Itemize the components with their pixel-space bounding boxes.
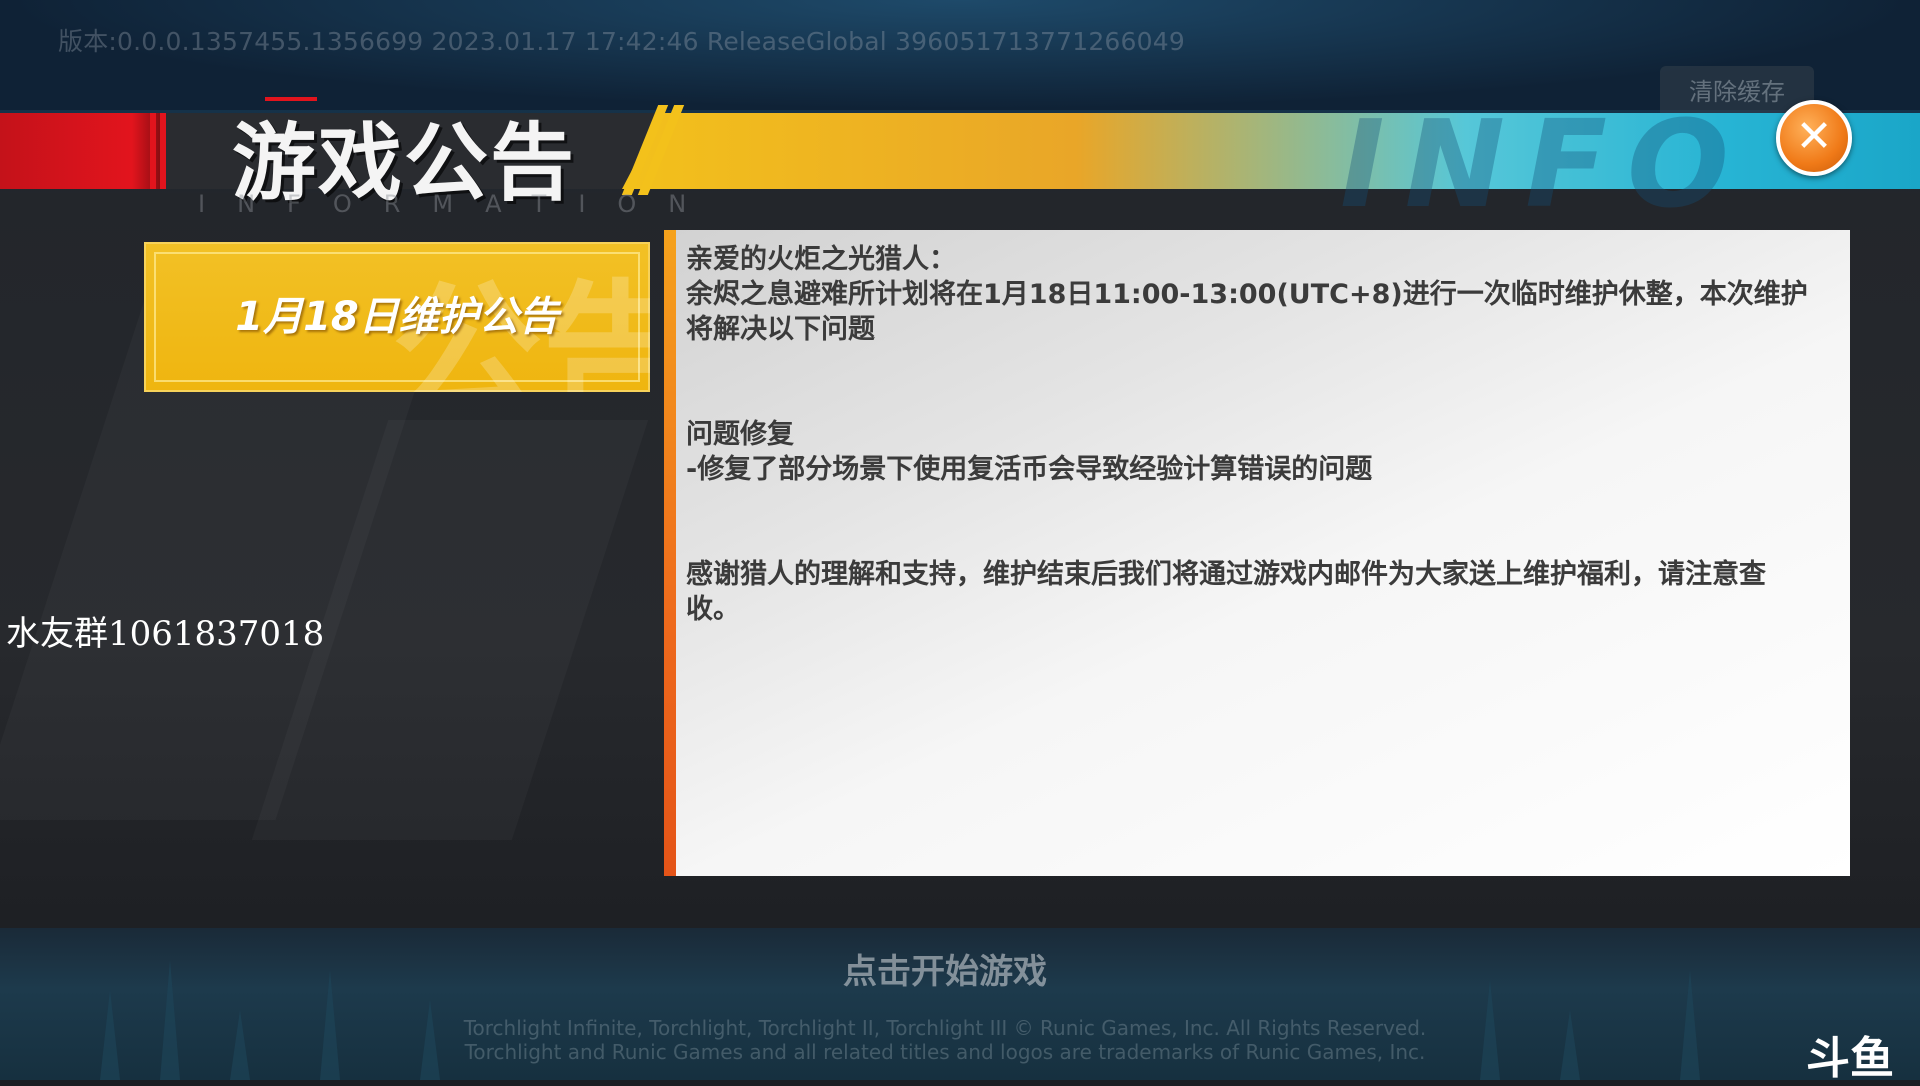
close-button[interactable]: ✕ bbox=[1776, 100, 1852, 176]
notice-panel-accent bbox=[664, 230, 676, 876]
overlay-qq-group: 水友群1061837018 bbox=[6, 614, 325, 654]
version-text: 版本:0.0.0.1357455.1356699 2023.01.17 17:4… bbox=[58, 27, 1185, 56]
tab-label: 1月18日维护公告 bbox=[235, 294, 559, 340]
notice-greeting: 亲爱的火炬之光猎人： bbox=[686, 244, 956, 275]
header-watermark: INFO bbox=[1340, 96, 1750, 235]
page-subtitle: INFORMATION bbox=[198, 190, 719, 218]
notice-fix-item: -修复了部分场景下使用复活币会导致经验计算错误的问题 bbox=[686, 454, 1373, 485]
copyright-line-2: Torchlight and Runic Games and all relat… bbox=[464, 1040, 1426, 1064]
notice-section-title: 问题修复 bbox=[686, 419, 794, 450]
header-red-stripe bbox=[150, 113, 156, 189]
tab-maintenance-notice[interactable]: 公告 1月18日维护公告 bbox=[144, 242, 650, 392]
douyu-logo: 斗鱼 bbox=[1806, 1033, 1894, 1084]
notice-thanks: 感谢猎人的理解和支持，维护结束后我们将通过游戏内邮件为大家送上维护福利，请注意查… bbox=[686, 559, 1766, 625]
start-game-button[interactable]: 点击开始游戏 bbox=[0, 944, 1890, 993]
copyright-line-1: Torchlight Infinite, Torchlight, Torchli… bbox=[463, 1016, 1427, 1040]
notice-intro: 余烬之息避难所计划将在1月18日11:00-13:00(UTC+8)进行一次临时… bbox=[686, 279, 1808, 345]
notice-content: 亲爱的火炬之光猎人： 余烬之息避难所计划将在1月18日11:00-13:00(U… bbox=[686, 242, 1816, 627]
header-red-stripe bbox=[160, 113, 166, 189]
close-icon: ✕ bbox=[1795, 111, 1833, 162]
header-red-block bbox=[0, 113, 165, 189]
